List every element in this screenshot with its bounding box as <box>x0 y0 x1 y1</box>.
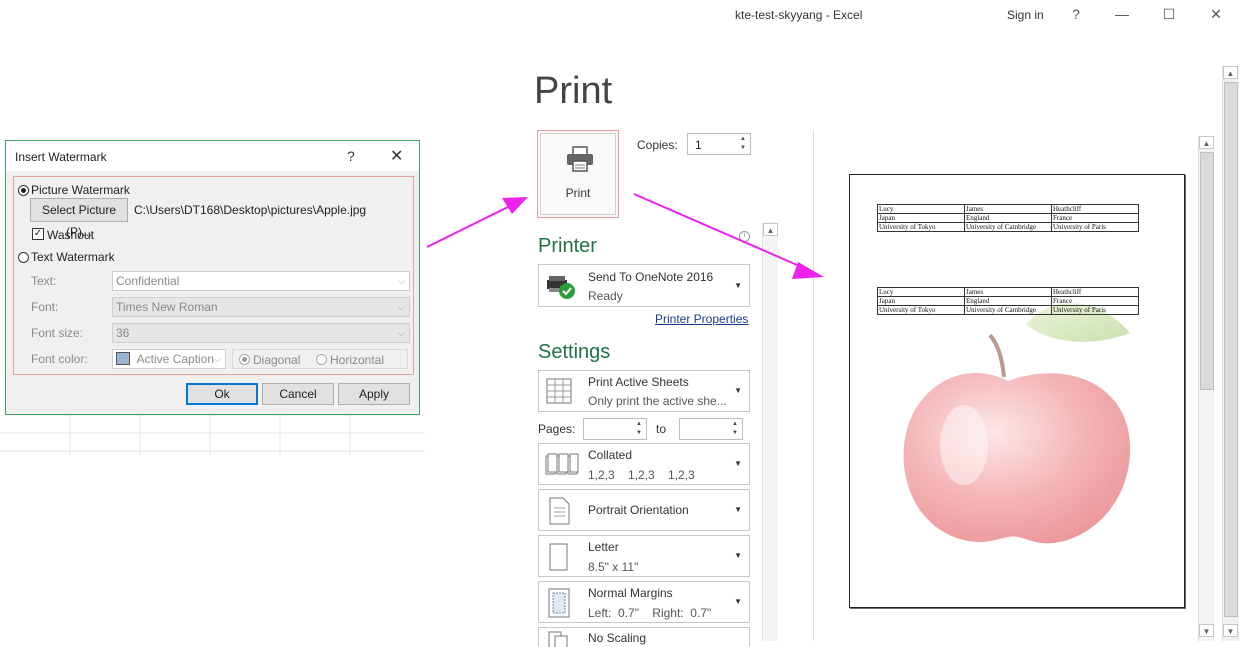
cancel-button[interactable]: Cancel <box>262 383 334 405</box>
picture-watermark-label: Picture Watermark <box>31 183 130 197</box>
text-value: Confidential <box>116 274 180 288</box>
text-label: Text: <box>31 274 57 288</box>
chevron-down-icon: ⌵ <box>398 302 405 312</box>
washout-label: Washout <box>47 228 94 242</box>
font-size-value: 36 <box>116 326 130 340</box>
sheet-grid <box>0 415 425 455</box>
font-size-label: Font size: <box>31 326 84 340</box>
dialog-title: Insert Watermark <box>15 150 107 164</box>
font-combo[interactable]: Times New Roman ⌵ <box>112 297 410 317</box>
close-icon[interactable]: ✕ <box>390 146 403 166</box>
select-picture-button[interactable]: Select Picture (P)... <box>30 198 128 239</box>
text-combo[interactable]: Confidential ⌵ <box>112 271 410 291</box>
font-label: Font: <box>31 300 59 314</box>
picture-watermark-radio[interactable] <box>18 185 29 196</box>
watermark-options-group: Picture Watermark Select Picture (P)... … <box>13 176 414 375</box>
text-watermark-radio[interactable] <box>18 252 29 263</box>
chevron-down-icon: ⌵ <box>214 354 221 364</box>
font-color-combo[interactable]: Active Caption ⌵ <box>112 349 226 369</box>
picture-path: C:\Users\DT168\Desktop\pictures\Apple.jp… <box>134 203 367 217</box>
washout-checkbox[interactable]: ✓ <box>32 228 44 240</box>
apply-button[interactable]: Apply <box>338 383 410 405</box>
horizontal-radio[interactable] <box>316 354 327 365</box>
ok-button[interactable]: Ok <box>186 383 258 405</box>
font-value: Times New Roman <box>116 300 218 314</box>
help-icon[interactable]: ? <box>347 148 355 164</box>
font-color-label: Font color: <box>31 352 88 366</box>
horizontal-label: Horizontal <box>330 353 385 367</box>
font-size-combo[interactable]: 36 ⌵ <box>112 323 410 343</box>
arrow-head-icon <box>502 197 528 214</box>
diagonal-label: Diagonal <box>253 353 301 367</box>
color-swatch <box>116 352 130 365</box>
text-watermark-label: Text Watermark <box>31 250 115 264</box>
chevron-down-icon: ⌵ <box>398 276 405 286</box>
dialog-title-bar: Insert Watermark ? ✕ <box>6 141 419 171</box>
chevron-down-icon: ⌵ <box>398 328 405 338</box>
diagonal-radio[interactable] <box>239 354 250 365</box>
font-color-value: Active Caption <box>136 352 215 366</box>
insert-watermark-dialog: Insert Watermark ? ✕ Picture Watermark S… <box>5 140 420 415</box>
